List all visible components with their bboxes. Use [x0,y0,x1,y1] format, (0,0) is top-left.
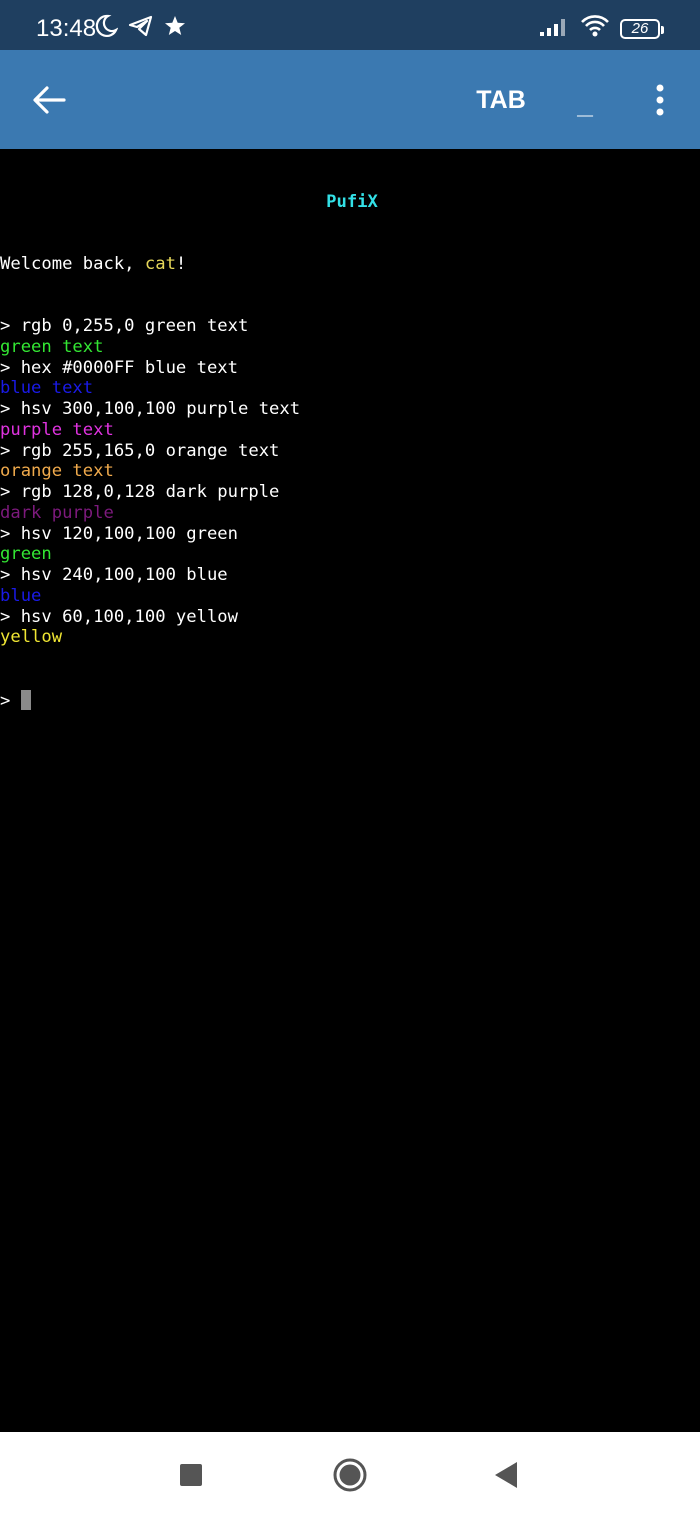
welcome-prefix: Welcome back, [0,253,145,274]
recents-icon[interactable] [180,1464,202,1486]
terminal-output-line: orange text [0,461,114,482]
screen: 13:48 26 TAB _ PufiX Welcome back, cat! … [0,0,700,1517]
text-cursor [20,689,31,710]
status-right-icons: 26 [538,14,664,43]
more-vert-icon [656,84,664,116]
system-nav-bar [0,1432,700,1517]
prompt-symbol: > [0,690,11,711]
star-icon [164,15,186,42]
terminal-output-line: green [0,544,52,565]
status-time: 13:48 [36,15,97,42]
back-icon[interactable] [494,1461,518,1489]
status-bar: 13:48 26 [0,0,700,50]
home-icon[interactable] [333,1458,367,1492]
terminal-command-line: > hsv 240,100,100 blue [0,565,228,585]
terminal-title: PufiX [326,191,378,212]
status-left-icons [94,14,186,43]
back-button[interactable] [24,78,74,122]
battery-icon: 26 [620,18,664,39]
app-bar: TAB _ [0,50,700,149]
terminal-command-line: > hex #0000FF blue text [0,357,238,378]
more-options-button[interactable] [640,78,680,122]
terminal-command-line: > rgb 255,165,0 orange text [0,440,280,461]
terminal-command-line: > hsv 300,100,100 purple text [0,399,301,419]
wifi-icon [580,14,610,43]
signal-icon [538,15,570,42]
terminal-command-line: > hsv 120,100,100 green [0,523,238,544]
telegram-icon [128,14,154,43]
welcome-user: cat [144,253,176,274]
terminal-output-line: purple text [0,419,114,440]
input-line[interactable]: > [0,689,700,711]
terminal-output-line: blue text [0,378,94,399]
underscore-button[interactable]: _ [562,80,608,120]
terminal-command-line: > rgb 0,255,0 green text [0,316,249,336]
terminal-output-line: green text [0,336,104,357]
terminal-output-line: blue [0,585,42,606]
terminal[interactable]: PufiX Welcome back, cat! > rgb 0,255,0 g… [0,150,700,1432]
arrow-left-icon [33,86,66,114]
moon-icon [94,14,119,43]
terminal-output-line: yellow [0,627,63,648]
terminal-command-line: > hsv 60,100,100 yellow [0,606,238,627]
terminal-history: > rgb 0,255,0 green text green text > hex … [0,316,700,648]
welcome-suffix: ! [175,253,187,274]
terminal-output-line: dark purple [0,502,114,523]
welcome-line: Welcome back, cat! [0,254,700,275]
terminal-command-line: > rgb 128,0,128 dark purple [0,482,280,502]
tab-button[interactable]: TAB [466,80,536,120]
